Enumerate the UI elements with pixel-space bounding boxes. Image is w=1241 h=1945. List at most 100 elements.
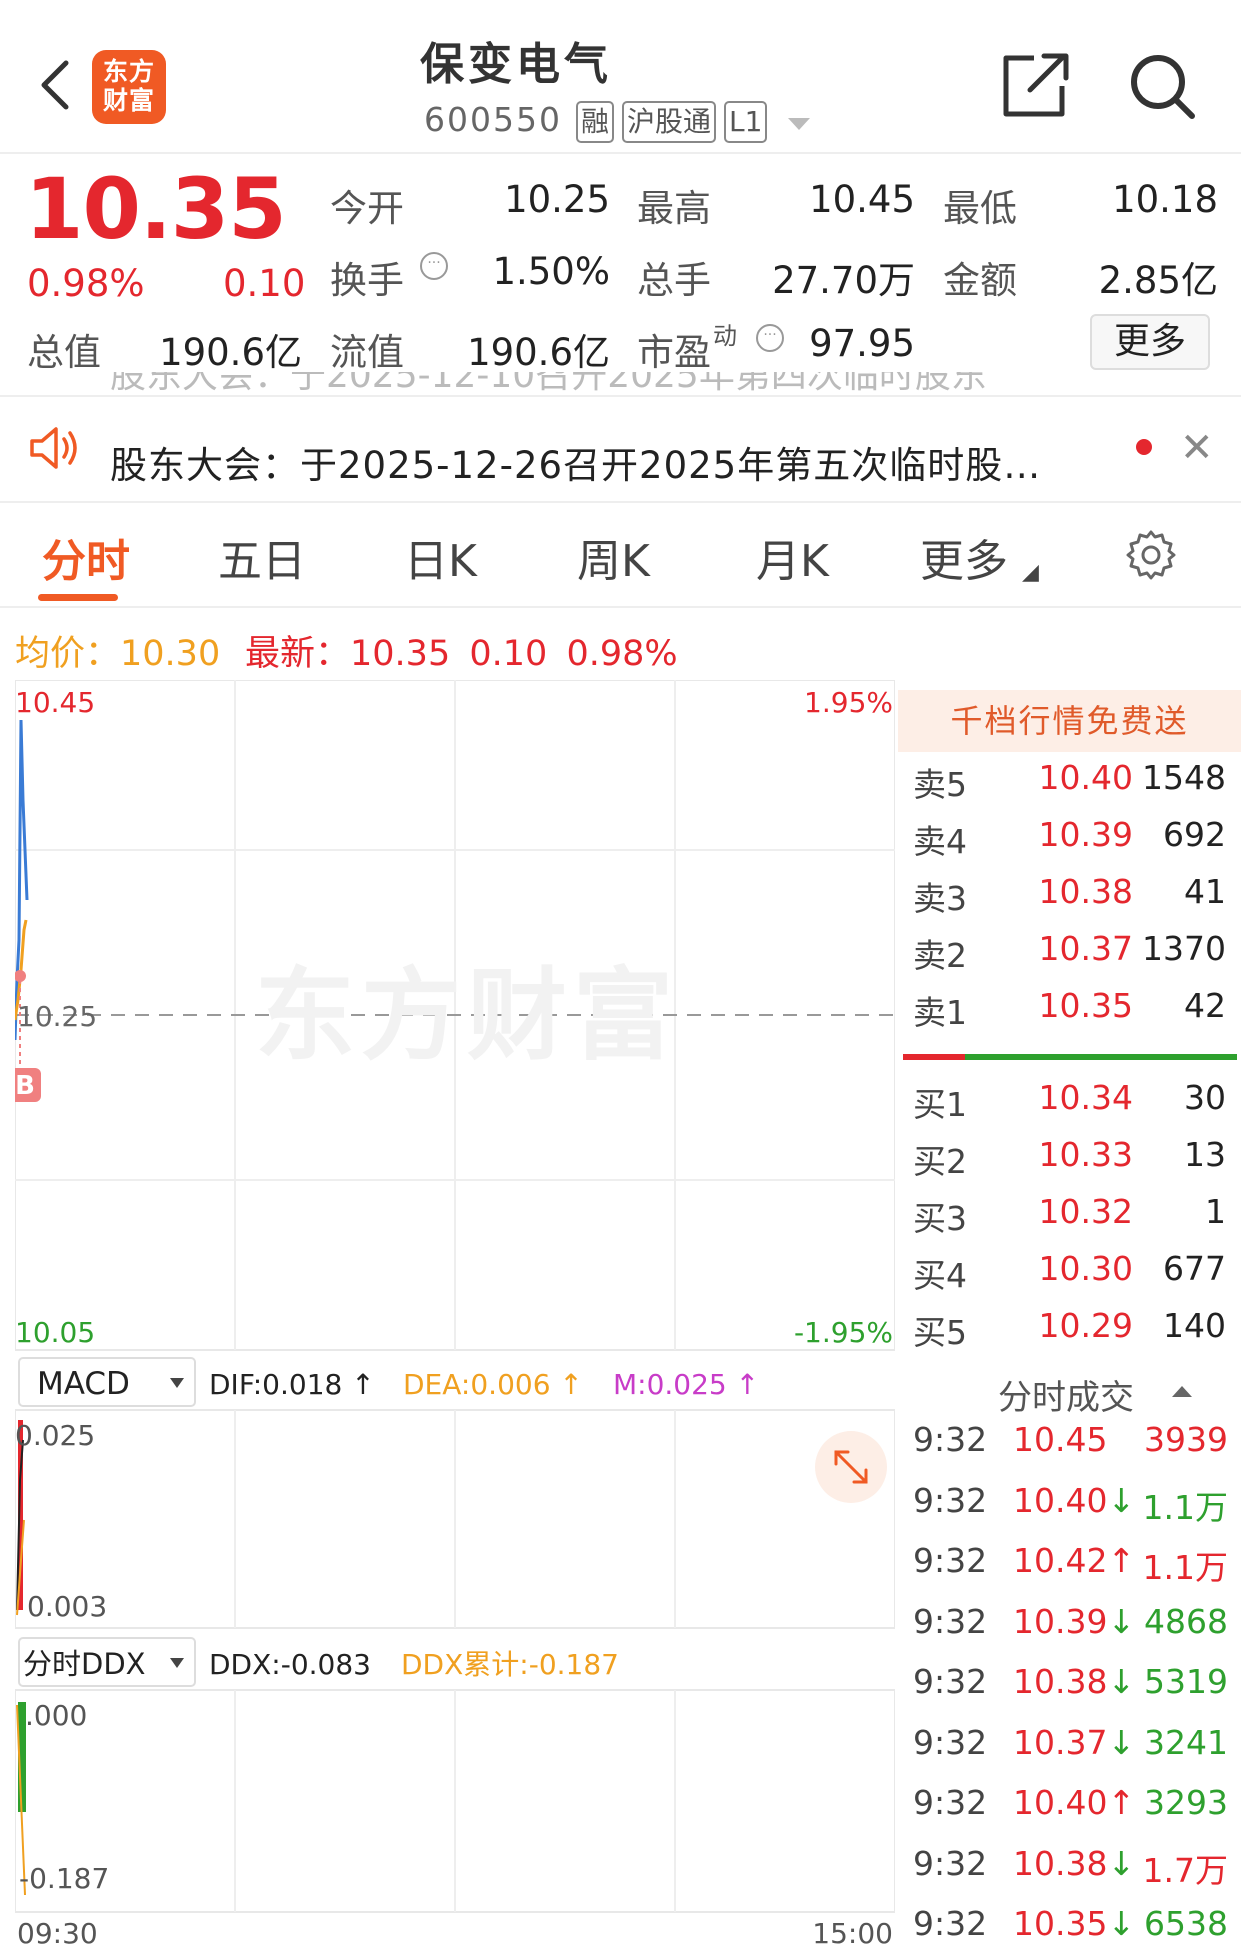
- app-logo: 东方 财富: [92, 50, 166, 124]
- announcement-previous: 股东大会：于2025-12-10召开2025年第四次临时股东: [110, 372, 987, 396]
- tick-price: 10.39↓: [1013, 1601, 1136, 1641]
- tag-connect: 沪股通: [622, 101, 717, 143]
- tab-monthly-k[interactable]: 月K: [756, 525, 829, 589]
- axis-top-percent: 1.95%: [804, 686, 893, 719]
- time-axis-start: 09:30: [17, 1917, 98, 1945]
- volume-value: 27.70万: [772, 259, 915, 302]
- more-quote-button[interactable]: 更多: [1090, 314, 1210, 370]
- amount-label: 金额: [943, 259, 1017, 302]
- tick-volume: 5319: [1144, 1662, 1228, 1701]
- tick-row: 9:32 10.38↓ 1.7万: [898, 1844, 1238, 1904]
- share-icon[interactable]: [1000, 52, 1072, 120]
- search-icon[interactable]: [1126, 50, 1198, 122]
- bid-row: 买1 10.34 30: [913, 1078, 1226, 1124]
- tick-time: 9:32: [913, 1541, 988, 1580]
- tick-price: 10.38↓: [1013, 1662, 1136, 1701]
- ask-row: 卖2 10.37 1370: [913, 929, 1226, 975]
- open-value: 10.25: [504, 178, 610, 221]
- pe-value: 97.95: [809, 322, 915, 365]
- tick-price: 10.40↓: [1013, 1480, 1136, 1520]
- average-price-value: 10.30: [120, 634, 221, 674]
- divider: [0, 152, 1241, 154]
- bid-strength-bar: [965, 1054, 1237, 1060]
- speaker-icon: [30, 427, 77, 469]
- volume-label: 总手: [637, 259, 711, 302]
- chevron-down-icon[interactable]: [788, 118, 810, 130]
- tick-time: 9:32: [913, 1843, 988, 1883]
- bid-row: 买2 10.33 13: [913, 1135, 1226, 1181]
- tick-time: 9:32: [913, 1722, 988, 1762]
- axis-mid-price: 10.25: [17, 1000, 97, 1033]
- back-arrow-icon[interactable]: [30, 55, 80, 115]
- macd-selector-label: MACD: [37, 1366, 130, 1402]
- turnover-value: 1.50%: [492, 250, 610, 293]
- tab-five-day[interactable]: 五日: [218, 525, 306, 589]
- average-price-label: 均价：10.30: [15, 634, 221, 674]
- tick-row: 9:32 10.40↓ 1.1万: [898, 1481, 1238, 1541]
- latest-price-value: 10.35: [350, 634, 451, 674]
- axis-bottom-percent: -1.95%: [794, 1316, 893, 1349]
- active-tab-indicator: [38, 594, 118, 601]
- tick-price: 10.35↓: [1013, 1904, 1136, 1943]
- corner-arrow-icon: ◢: [1022, 560, 1039, 585]
- ticks-title[interactable]: 分时成交: [998, 1370, 1134, 1419]
- intraday-chart[interactable]: 东方财富 B 10.45 10.25 10.05 1.95% -1.95% MA…: [15, 680, 895, 1945]
- tab-intraday[interactable]: 分时: [42, 525, 130, 589]
- tab-weekly-k[interactable]: 周K: [577, 525, 650, 589]
- tick-volume: 1.1万: [1142, 1548, 1228, 1587]
- stock-name: 保变电气: [420, 39, 612, 90]
- tick-volume: 4868: [1144, 1601, 1228, 1641]
- market-cap-label: 总值: [27, 331, 101, 374]
- unread-dot: [1136, 439, 1152, 455]
- tick-row: 9:32 10.42↑ 1.1万: [898, 1541, 1238, 1601]
- change-percent: 0.98%: [27, 262, 145, 305]
- macd-axis-bottom: 0.003: [27, 1590, 107, 1623]
- tick-volume: 1.7万: [1142, 1850, 1228, 1890]
- app-header: 东方 财富 保变电气 600550 融 沪股通 L1: [0, 0, 1241, 150]
- latest-percent-value: 0.98%: [566, 634, 678, 674]
- stock-code: 600550: [424, 100, 562, 139]
- float-cap-label: 流值: [330, 331, 404, 374]
- time-axis-end: 15:00: [812, 1917, 893, 1945]
- watermark: 东方财富: [255, 957, 679, 1074]
- more-info-icon[interactable]: ···: [420, 252, 448, 280]
- ask-row: 卖4 10.39 692: [913, 815, 1226, 861]
- bid-row: 买5 10.29 140: [913, 1306, 1226, 1352]
- ddx-cumulative: DDX累计:-0.187: [401, 1648, 619, 1681]
- ask-row: 卖1 10.35 42: [913, 986, 1226, 1032]
- close-icon[interactable]: ✕: [1180, 425, 1214, 471]
- chevron-up-icon[interactable]: [1172, 1386, 1192, 1397]
- gear-icon[interactable]: [1125, 528, 1177, 580]
- macd-dif: DIF:0.018 ↑: [209, 1368, 375, 1401]
- tick-time: 9:32: [913, 1783, 988, 1822]
- bid-row: 买3 10.32 1: [913, 1192, 1226, 1238]
- ddx-axis-bottom: -0.187: [19, 1862, 109, 1895]
- ddx-value: DDX:-0.083: [209, 1648, 371, 1681]
- tick-volume: 3293: [1144, 1783, 1228, 1822]
- tick-row: 9:32 10.38↓ 5319: [898, 1662, 1238, 1722]
- tab-daily-k[interactable]: 日K: [404, 525, 477, 589]
- tick-volume: 6538: [1144, 1904, 1228, 1943]
- ddx-grid: [234, 1690, 676, 1912]
- tag-margin: 融: [576, 101, 615, 143]
- low-value: 10.18: [1112, 178, 1218, 221]
- macd-grid: [234, 1410, 676, 1628]
- tick-price: 10.37↓: [1013, 1722, 1136, 1762]
- tick-time: 9:32: [913, 1601, 988, 1641]
- change-amount: 0.10: [223, 262, 306, 305]
- buy-marker-label: B: [15, 1071, 35, 1101]
- more-info-icon[interactable]: ···: [756, 324, 784, 352]
- bid-row: 买4 10.30 677: [913, 1249, 1226, 1295]
- tag-level: L1: [724, 101, 768, 143]
- tick-row: 9:32 10.40↑ 3293: [898, 1783, 1238, 1843]
- tick-time: 9:32: [913, 1480, 988, 1520]
- high-value: 10.45: [809, 178, 915, 221]
- tick-price: 10.42↑: [1013, 1541, 1136, 1580]
- tab-more[interactable]: 更多: [920, 525, 1008, 589]
- announcement-text[interactable]: 股东大会：于2025-12-26召开2025年第五次临时股…: [110, 435, 1041, 489]
- turnover-label: 换手: [330, 259, 404, 302]
- macd-axis-top: 0.025: [15, 1419, 95, 1452]
- promo-banner[interactable]: 千档行情免费送: [898, 690, 1241, 752]
- ask-row: 卖5 10.40 1548: [913, 758, 1226, 804]
- tick-volume: 1.1万: [1142, 1487, 1228, 1527]
